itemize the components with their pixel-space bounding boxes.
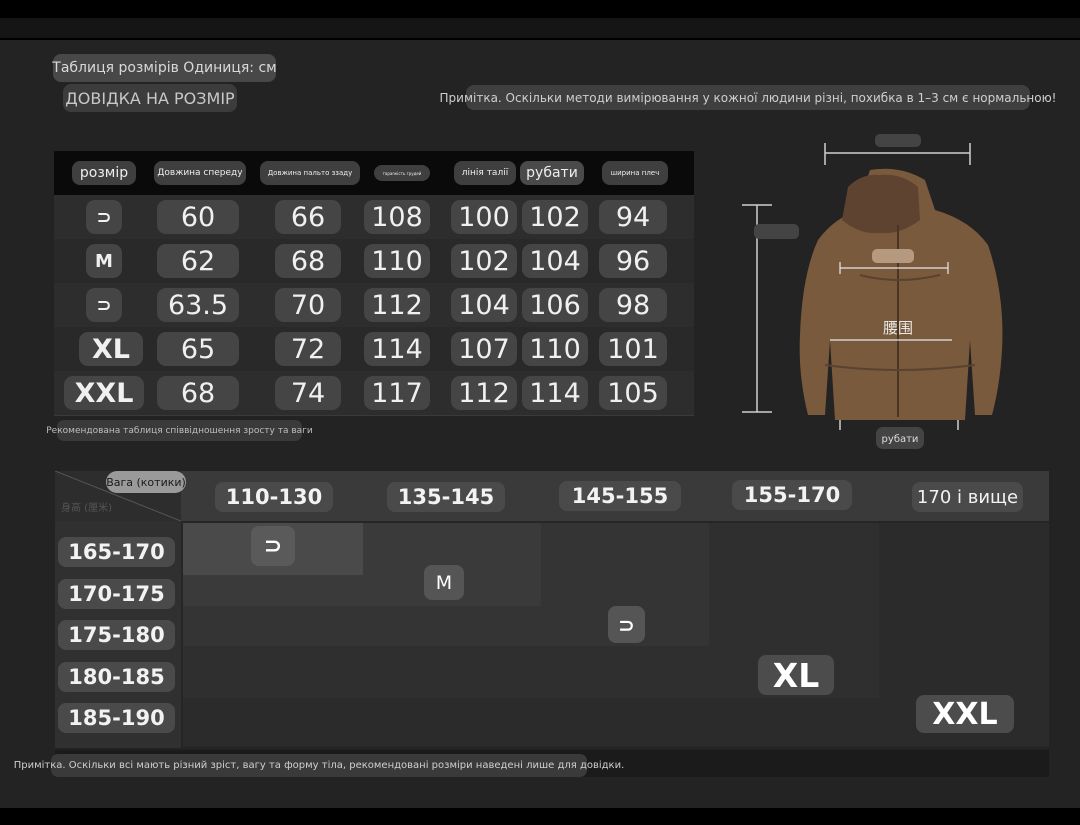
cell-front-length: 60	[157, 200, 239, 234]
cell-hem: 104	[522, 244, 588, 278]
badge-size-l: ⊃	[608, 606, 645, 643]
chest-tag	[872, 249, 914, 263]
weight-145-155: 145-155	[559, 481, 681, 511]
badge-size-xxl: XXL	[916, 695, 1014, 733]
cell-shoulder: 96	[599, 244, 667, 278]
zone-size-xl-top	[709, 523, 879, 646]
cell-size: XXL	[64, 376, 144, 410]
cell-shoulder: 94	[599, 200, 667, 234]
top-band	[0, 18, 1080, 38]
recommendation-note: Рекомендована таблиця співвідношення зро…	[46, 420, 313, 441]
zone-size-xxl-top	[879, 523, 1049, 698]
size-row: ⊃ 63.5 70 112 104 106 98	[54, 283, 694, 328]
cell-waist: 112	[451, 376, 517, 410]
jacket-illustration: 腰围 рубати	[742, 134, 1003, 449]
cell-hem: 114	[522, 376, 588, 410]
height-axis-label: 身高 (厘米)	[61, 503, 112, 514]
cell-size: M	[86, 244, 122, 278]
cell-waist: 107	[451, 332, 517, 366]
cell-front-length: 63.5	[157, 288, 239, 322]
weight-155-170: 155-170	[732, 480, 852, 510]
size-row: M 62 68 110 102 104 96	[54, 239, 694, 284]
cell-waist: 102	[451, 244, 517, 278]
cell-chest: 108	[364, 200, 430, 234]
footer-note: Примітка. Оскільки всі мають різний зріс…	[14, 754, 624, 777]
waist-label: 腰围	[883, 319, 913, 337]
cell-back-length: 68	[275, 244, 341, 278]
cell-back-length: 66	[275, 200, 341, 234]
cell-back-length: 74	[275, 376, 341, 410]
page-title: Таблиця розмірів Одиниця: см	[52, 54, 277, 82]
size-row: XXL 68 74 117 112 114 105	[54, 371, 694, 416]
col-waist: лінія талії	[454, 161, 516, 185]
height-185-190: 185-190	[58, 703, 175, 733]
cell-shoulder: 98	[599, 288, 667, 322]
cell-front-length: 62	[157, 244, 239, 278]
cell-chest: 110	[364, 244, 430, 278]
cell-chest: 117	[364, 376, 430, 410]
size-row: ⊃ 60 66 108 100 102 94	[54, 195, 694, 240]
col-chest: тараnкість грудей	[374, 165, 430, 181]
cell-chest: 114	[364, 332, 430, 366]
size-table-header: розмір Довжина спереду Довжина пальто зз…	[54, 151, 694, 195]
length-tag	[754, 224, 799, 239]
shoulder-tag	[875, 134, 921, 147]
badge-size-1: ⊃	[251, 526, 295, 566]
weight-135-145: 135-145	[387, 482, 505, 512]
cell-waist: 104	[451, 288, 517, 322]
cell-hem: 110	[522, 332, 588, 366]
cell-hem: 106	[522, 288, 588, 322]
zone-size-m	[183, 575, 541, 606]
height-170-175: 170-175	[58, 579, 175, 609]
col-shoulder: ширина плеч	[602, 161, 668, 185]
size-guide-heading: ДОВІДКА НА РОЗМІР	[63, 84, 237, 112]
height-175-180: 175-180	[58, 620, 175, 650]
measurement-note: Примітка. Оскільки методи вимірювання у …	[440, 85, 1057, 110]
col-hem: рубати	[520, 161, 584, 185]
size-row: XL 65 72 114 107 110 101	[54, 327, 694, 372]
height-165-170: 165-170	[58, 537, 175, 567]
cell-hem: 102	[522, 200, 588, 234]
cell-shoulder: 101	[599, 332, 667, 366]
jacket-icon	[799, 168, 1003, 420]
weight-axis-label: Вага (котики)	[106, 471, 186, 493]
zone-size-l-top	[541, 523, 709, 606]
cell-size: ⊃	[86, 288, 122, 322]
col-size: розмір	[72, 161, 136, 185]
height-180-185: 180-185	[58, 662, 175, 692]
cell-size: XL	[79, 332, 143, 366]
col-front-length: Довжина спереду	[154, 161, 246, 185]
size-table: розмір Довжина спереду Довжина пальто зз…	[54, 151, 694, 416]
cell-chest: 112	[364, 288, 430, 322]
cell-back-length: 70	[275, 288, 341, 322]
cell-front-length: 65	[157, 332, 239, 366]
weight-110-130: 110-130	[215, 482, 333, 512]
cell-waist: 100	[451, 200, 517, 234]
weight-170-plus: 170 і вище	[912, 482, 1023, 512]
badge-size-m: M	[424, 565, 464, 600]
cell-shoulder: 105	[599, 376, 667, 410]
height-weight-table: 身高 (厘米) 110-130 135-145 145-155 155-170 …	[55, 471, 1049, 748]
col-back-length: Довжина пальто ззаду	[260, 161, 360, 185]
cell-size: ⊃	[86, 200, 122, 234]
badge-size-xl: XL	[758, 655, 834, 695]
cell-back-length: 72	[275, 332, 341, 366]
hem-label: рубати	[882, 434, 919, 445]
cell-front-length: 68	[157, 376, 239, 410]
